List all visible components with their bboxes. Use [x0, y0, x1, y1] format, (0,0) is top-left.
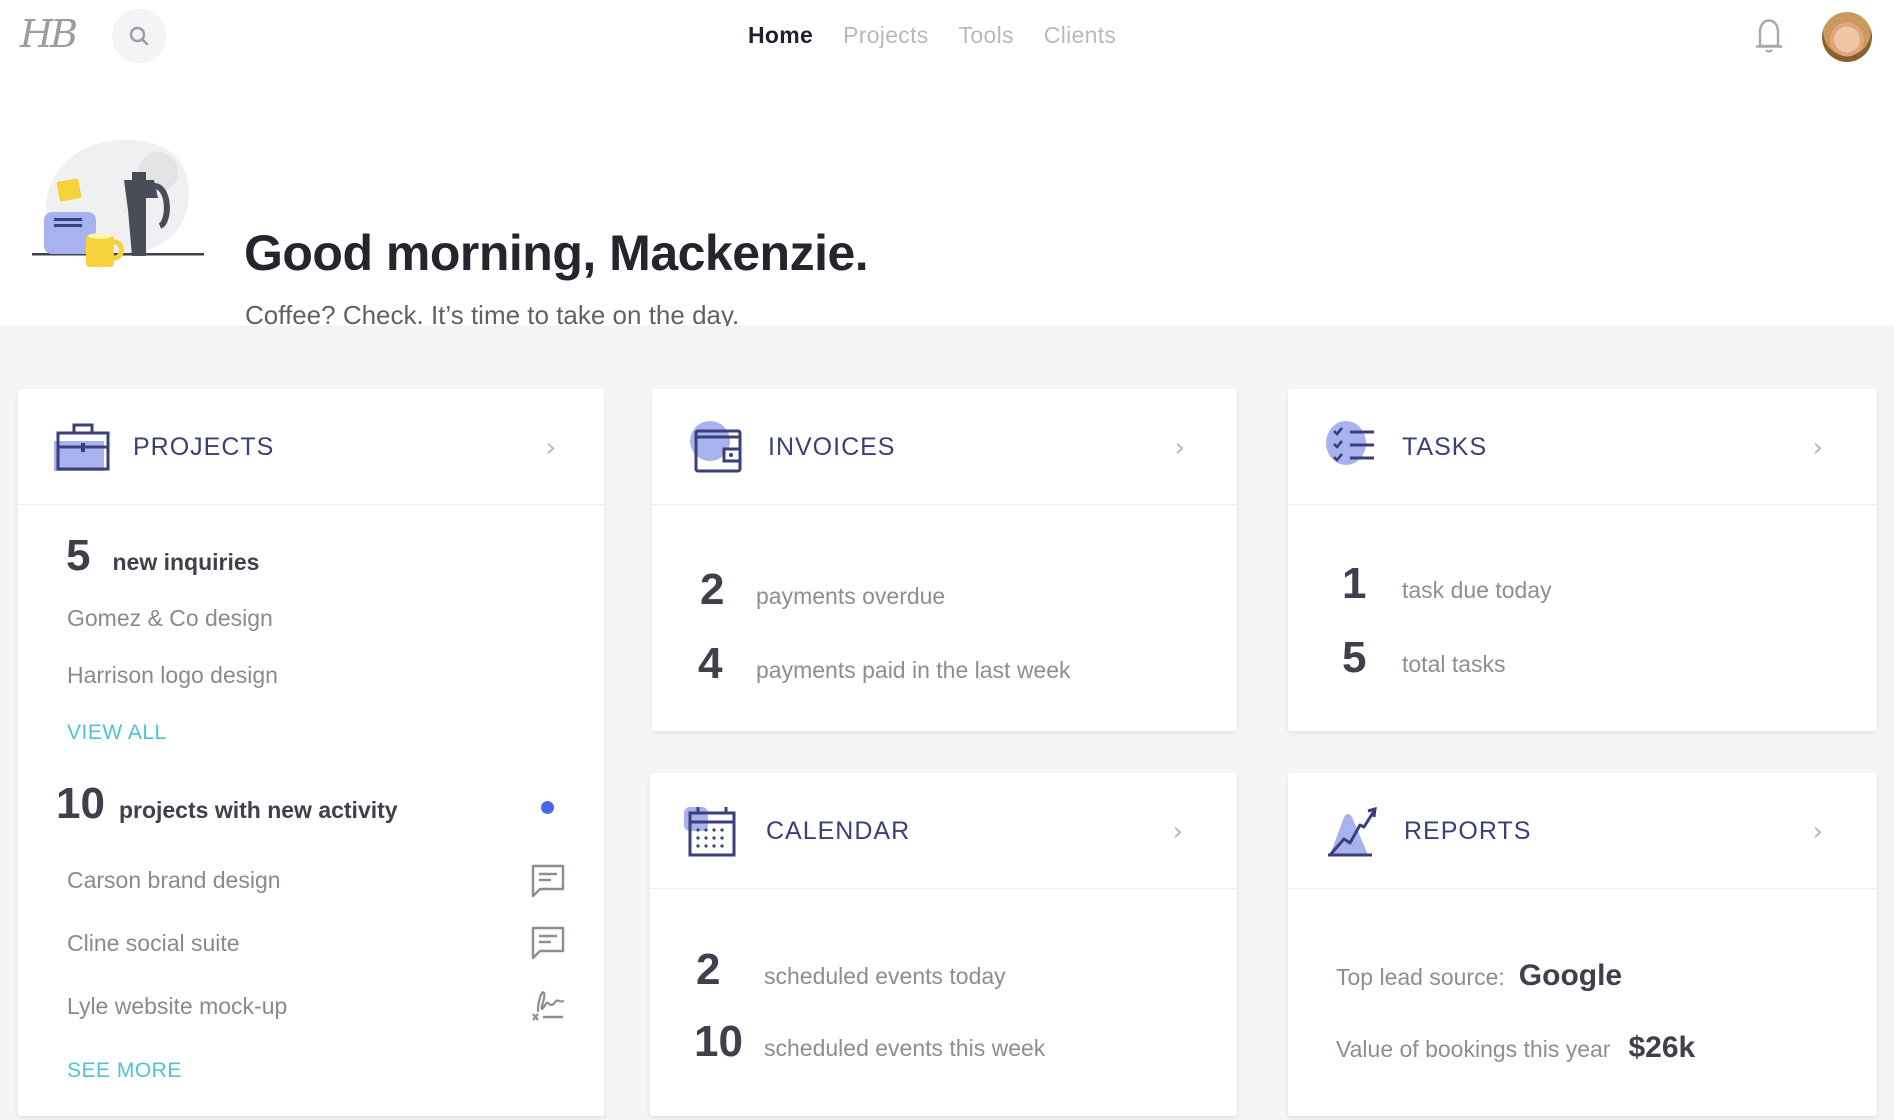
reports-title: REPORTS [1404, 817, 1532, 845]
bookings-value: Value of bookings this year $26k [1336, 1031, 1695, 1065]
stat-count: 5 [1342, 633, 1367, 682]
chart-trend-icon [1328, 806, 1377, 857]
stat-label: payments paid in the last week [756, 657, 1071, 683]
activity-item[interactable]: Cline social suite [67, 930, 240, 957]
chevron-right-icon[interactable]: › [1173, 817, 1183, 847]
stat-row: 10 scheduled events this week [694, 1017, 1045, 1067]
view-all-link[interactable]: VIEW ALL [67, 721, 167, 745]
invoices-card: INVOICES › 2 payments overdue 4 payments… [652, 389, 1237, 731]
chevron-right-icon[interactable]: › [1175, 433, 1185, 463]
bookings-amount: $26k [1628, 1031, 1696, 1064]
activity-item[interactable]: Carson brand design [67, 867, 281, 894]
briefcase-icon [54, 423, 110, 471]
nav-home[interactable]: Home [748, 22, 813, 49]
nav-tools[interactable]: Tools [959, 22, 1014, 49]
main-nav: Home Projects Tools Clients [748, 22, 1146, 49]
inquiry-item[interactable]: Gomez & Co design [67, 605, 273, 632]
stat-label: payments overdue [756, 583, 946, 609]
projects-card-header[interactable]: PROJECTS › [18, 389, 604, 505]
stat-label: total tasks [1402, 651, 1506, 677]
search-icon [129, 26, 149, 46]
welcome-banner: Good morning, Mackenzie. Coffee? Check. … [0, 72, 1894, 330]
checklist-icon [1326, 421, 1374, 465]
notifications-button[interactable] [1752, 16, 1786, 61]
inquiry-item[interactable]: Harrison logo design [67, 662, 278, 689]
chevron-right-icon[interactable]: › [1813, 817, 1823, 847]
wallet-icon [690, 421, 742, 473]
search-button[interactable] [112, 9, 166, 63]
stat-count: 2 [696, 945, 721, 994]
coffee-illustration [32, 139, 204, 267]
activity-label: projects with new activity [118, 797, 398, 823]
top-lead-value: Google [1518, 959, 1623, 992]
activity-item[interactable]: Lyle website mock-up [67, 993, 287, 1020]
user-avatar[interactable] [1822, 12, 1872, 62]
tasks-title: TASKS [1402, 433, 1488, 461]
projects-card: PROJECTS › 5 new inquiries Gomez & Co de… [18, 389, 604, 1116]
chevron-right-icon[interactable]: › [546, 433, 556, 463]
stat-label: task due today [1402, 577, 1552, 603]
stat-count: 2 [700, 565, 725, 614]
invoices-title: INVOICES [768, 433, 896, 461]
bookings-label: Value of bookings this year [1336, 1036, 1611, 1062]
nav-clients[interactable]: Clients [1044, 22, 1116, 49]
stat-row: 4 payments paid in the last week [698, 639, 1071, 689]
projects-title: PROJECTS [133, 433, 275, 461]
tasks-card-header[interactable]: TASKS › [1288, 389, 1877, 505]
greeting-heading: Good morning, Mackenzie. [244, 225, 869, 281]
top-lead-source: Top lead source: Google [1336, 959, 1622, 993]
activity-count: 10 [56, 779, 105, 828]
stat-row: 2 scheduled events today [696, 945, 1006, 995]
stat-row: 1 task due today [1342, 559, 1552, 609]
message-icon[interactable] [530, 863, 566, 899]
stat-row: 2 payments overdue [700, 565, 945, 615]
activity-summary: 10 projects with new activity [56, 779, 398, 829]
invoices-card-header[interactable]: INVOICES › [652, 389, 1237, 505]
calendar-card-header[interactable]: CALENDAR › [650, 773, 1237, 889]
stat-row: 5 total tasks [1342, 633, 1506, 683]
stat-label: scheduled events this week [764, 1035, 1046, 1061]
new-inquiries-summary: 5 new inquiries [66, 531, 259, 581]
stat-count: 10 [694, 1017, 743, 1066]
reports-card: REPORTS › Top lead source: Google Value … [1288, 773, 1877, 1116]
signature-icon[interactable] [530, 987, 566, 1023]
see-more-link[interactable]: SEE MORE [67, 1059, 182, 1083]
message-icon[interactable] [530, 925, 566, 961]
nav-projects[interactable]: Projects [843, 22, 928, 49]
calendar-title: CALENDAR [766, 817, 911, 845]
top-lead-label: Top lead source: [1336, 964, 1505, 990]
stat-count: 4 [698, 639, 723, 688]
calendar-card: CALENDAR › 2 scheduled events today 10 s… [650, 773, 1237, 1116]
inquiries-count: 5 [66, 531, 91, 580]
chevron-right-icon[interactable]: › [1813, 433, 1823, 463]
inquiries-label: new inquiries [112, 549, 260, 575]
app-logo[interactable]: HB [20, 12, 78, 56]
calendar-icon [684, 807, 736, 857]
tasks-card: TASKS › 1 task due today 5 total tasks [1288, 389, 1877, 731]
dashboard: PROJECTS › 5 new inquiries Gomez & Co de… [0, 326, 1894, 1120]
stat-label: scheduled events today [764, 963, 1006, 989]
top-nav: HB Home Projects Tools Clients [0, 0, 1894, 72]
stat-count: 1 [1342, 559, 1367, 608]
bell-icon [1756, 19, 1782, 53]
new-activity-dot [541, 801, 554, 814]
reports-card-header[interactable]: REPORTS › [1288, 773, 1877, 889]
